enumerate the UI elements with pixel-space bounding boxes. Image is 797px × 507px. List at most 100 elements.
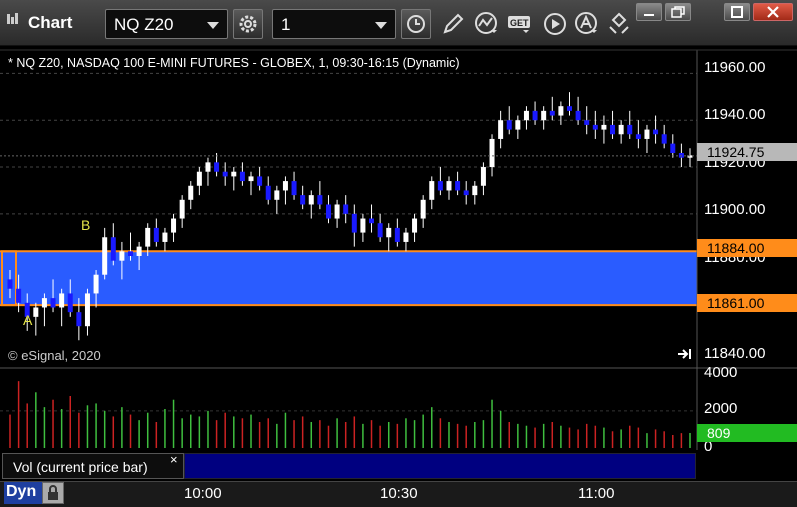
candle-body [394, 227, 400, 242]
candle-body [196, 171, 202, 186]
candle-body [153, 227, 159, 242]
annotation-a: A [23, 312, 33, 328]
close-button[interactable] [753, 3, 793, 21]
candle-body [661, 134, 667, 144]
candle-body [76, 312, 82, 327]
candle-body [248, 176, 254, 182]
candle-body [257, 176, 263, 186]
price-chart[interactable] [0, 47, 797, 507]
candle-body [541, 110, 547, 121]
candle-body [532, 110, 538, 121]
y-tick: 11900.00 [704, 201, 766, 218]
candle-body [145, 227, 151, 247]
candle-body [102, 237, 108, 275]
settings-gear-icon [239, 15, 257, 33]
candle-body [420, 199, 426, 219]
candle-body [506, 120, 512, 130]
candle-body [653, 129, 659, 135]
x-tick: 10:00 [184, 485, 222, 502]
candle-body [110, 237, 116, 261]
candle-body [119, 251, 125, 261]
candle-body [601, 124, 607, 130]
candle-body [67, 293, 73, 313]
candle-body [231, 171, 237, 177]
get-data-button[interactable]: GET [505, 9, 535, 39]
studies-button[interactable] [472, 9, 502, 39]
candle-body [558, 106, 564, 116]
close-icon [767, 6, 779, 18]
upper-zone-tag: 11884.00 [697, 239, 797, 257]
candle-body [455, 181, 461, 191]
candle-body [437, 181, 443, 191]
candle-body [446, 181, 452, 191]
candle-body [412, 218, 418, 233]
svg-text:GET: GET [510, 18, 529, 28]
candle-body [16, 288, 22, 303]
alert-a-icon [575, 12, 597, 34]
maximize-button[interactable] [724, 3, 750, 21]
candle-body [618, 124, 624, 135]
candle-body [188, 185, 194, 200]
interval-value: 1 [281, 15, 291, 34]
candle-body [403, 232, 409, 242]
candle-body [489, 138, 495, 168]
restore-icon [671, 6, 685, 18]
candle-body [205, 162, 211, 172]
volume-tick: 2000 [704, 400, 738, 417]
study-label-text: Vol (current price bar) [13, 459, 148, 475]
symbol-combo[interactable]: NQ Z20 [105, 9, 228, 39]
candle-body [93, 274, 99, 294]
candle-body [429, 181, 435, 200]
last-price-tag: 11924.75 [697, 143, 797, 161]
lock-button[interactable] [42, 482, 64, 504]
candle-body [179, 199, 185, 219]
candle-body [222, 171, 228, 177]
restore-button[interactable] [665, 3, 691, 21]
candle-body [325, 204, 331, 219]
lower-zone-tag: 11861.00 [697, 294, 797, 312]
play-button[interactable] [540, 9, 570, 39]
x-tick: 10:30 [380, 485, 418, 502]
candle-body [549, 110, 555, 116]
maximize-icon [731, 6, 743, 18]
candle-body [480, 167, 486, 186]
chevron-down-icon [207, 22, 219, 29]
alert-button[interactable] [572, 9, 602, 39]
minimize-button[interactable] [636, 3, 662, 21]
candle-body [300, 195, 306, 205]
dynamic-mode-button[interactable]: Dyn [4, 482, 42, 504]
candle-body [214, 162, 220, 172]
interval-combo[interactable]: 1 [272, 9, 396, 39]
draw-button[interactable] [438, 9, 468, 39]
interval-clock-button[interactable] [401, 9, 431, 39]
clock-icon [407, 15, 425, 33]
candle-body [317, 195, 323, 205]
candle-body [386, 227, 392, 238]
candle-body [575, 110, 581, 121]
move-button[interactable] [604, 9, 634, 39]
pencil-draw-icon [443, 13, 464, 34]
candle-body [360, 218, 366, 233]
candle-body [291, 181, 297, 196]
chart-title: * NQ Z20, NASDAQ 100 E-MINI FUTURES - GL… [8, 56, 460, 70]
symbol-settings-button[interactable] [233, 9, 263, 39]
candle-body [171, 218, 177, 233]
study-close-icon[interactable]: × [170, 452, 178, 467]
candle-body [472, 185, 478, 196]
chevron-down-icon [375, 22, 387, 29]
jump-to-end-icon[interactable] [676, 347, 694, 361]
play-icon [544, 13, 566, 35]
x-tick: 11:00 [578, 485, 615, 502]
candle-body [377, 223, 383, 238]
candle-body [282, 181, 288, 191]
candle-body [33, 307, 39, 317]
candle-body [610, 124, 616, 135]
move-arrows-icon [609, 12, 629, 34]
symbol-value: NQ Z20 [114, 15, 174, 34]
candle-body [369, 218, 375, 224]
study-strip [184, 453, 696, 479]
candle-body [627, 124, 633, 135]
volume-study-label[interactable]: Vol (current price bar) [2, 453, 184, 479]
copyright-text: © eSignal, 2020 [8, 348, 101, 363]
annotation-b: B [81, 217, 91, 233]
